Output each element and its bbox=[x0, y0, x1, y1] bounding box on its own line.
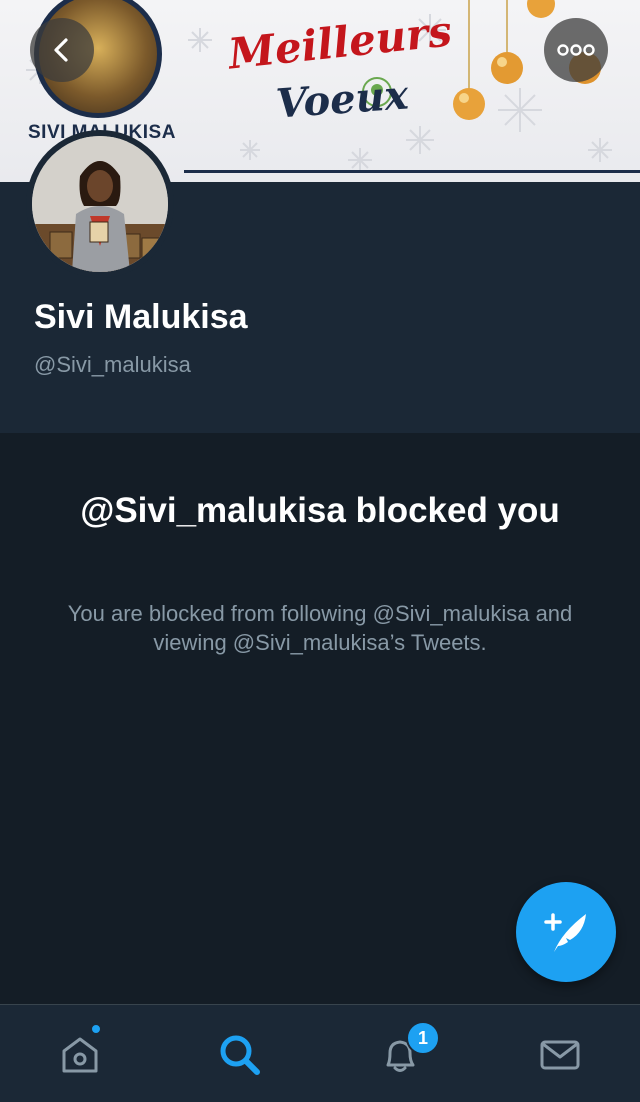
blocked-title: @Sivi_malukisa blocked you bbox=[80, 491, 560, 530]
profile-handle: @Sivi_malukisa bbox=[34, 352, 191, 377]
compose-tweet-icon bbox=[544, 913, 586, 952]
home-icon bbox=[62, 1037, 98, 1073]
blocked-message: You are blocked from following @Sivi_mal… bbox=[67, 601, 573, 655]
home-unread-dot bbox=[90, 1023, 102, 1035]
notifications-badge: 1 bbox=[406, 1021, 440, 1055]
back-button[interactable] bbox=[30, 18, 94, 82]
avatar bbox=[32, 136, 168, 272]
envelope-icon bbox=[540, 1040, 580, 1070]
tab-home[interactable] bbox=[50, 1025, 110, 1085]
bottom-tab-bar: 1 bbox=[0, 1004, 640, 1102]
profile-avatar[interactable] bbox=[26, 130, 174, 278]
chevron-left-icon bbox=[54, 38, 68, 62]
tab-messages[interactable] bbox=[530, 1025, 590, 1085]
banner-divider bbox=[184, 170, 640, 173]
more-options-button[interactable] bbox=[544, 18, 608, 82]
compose-tweet-button[interactable] bbox=[516, 882, 616, 982]
banner-greeting-line2: Voeux bbox=[274, 71, 410, 128]
search-icon bbox=[220, 1035, 260, 1075]
avatar-photo bbox=[32, 136, 168, 272]
more-dots-icon bbox=[557, 44, 595, 56]
profile-display-name: Sivi Malukisa bbox=[34, 298, 248, 336]
tab-search[interactable] bbox=[210, 1025, 270, 1085]
